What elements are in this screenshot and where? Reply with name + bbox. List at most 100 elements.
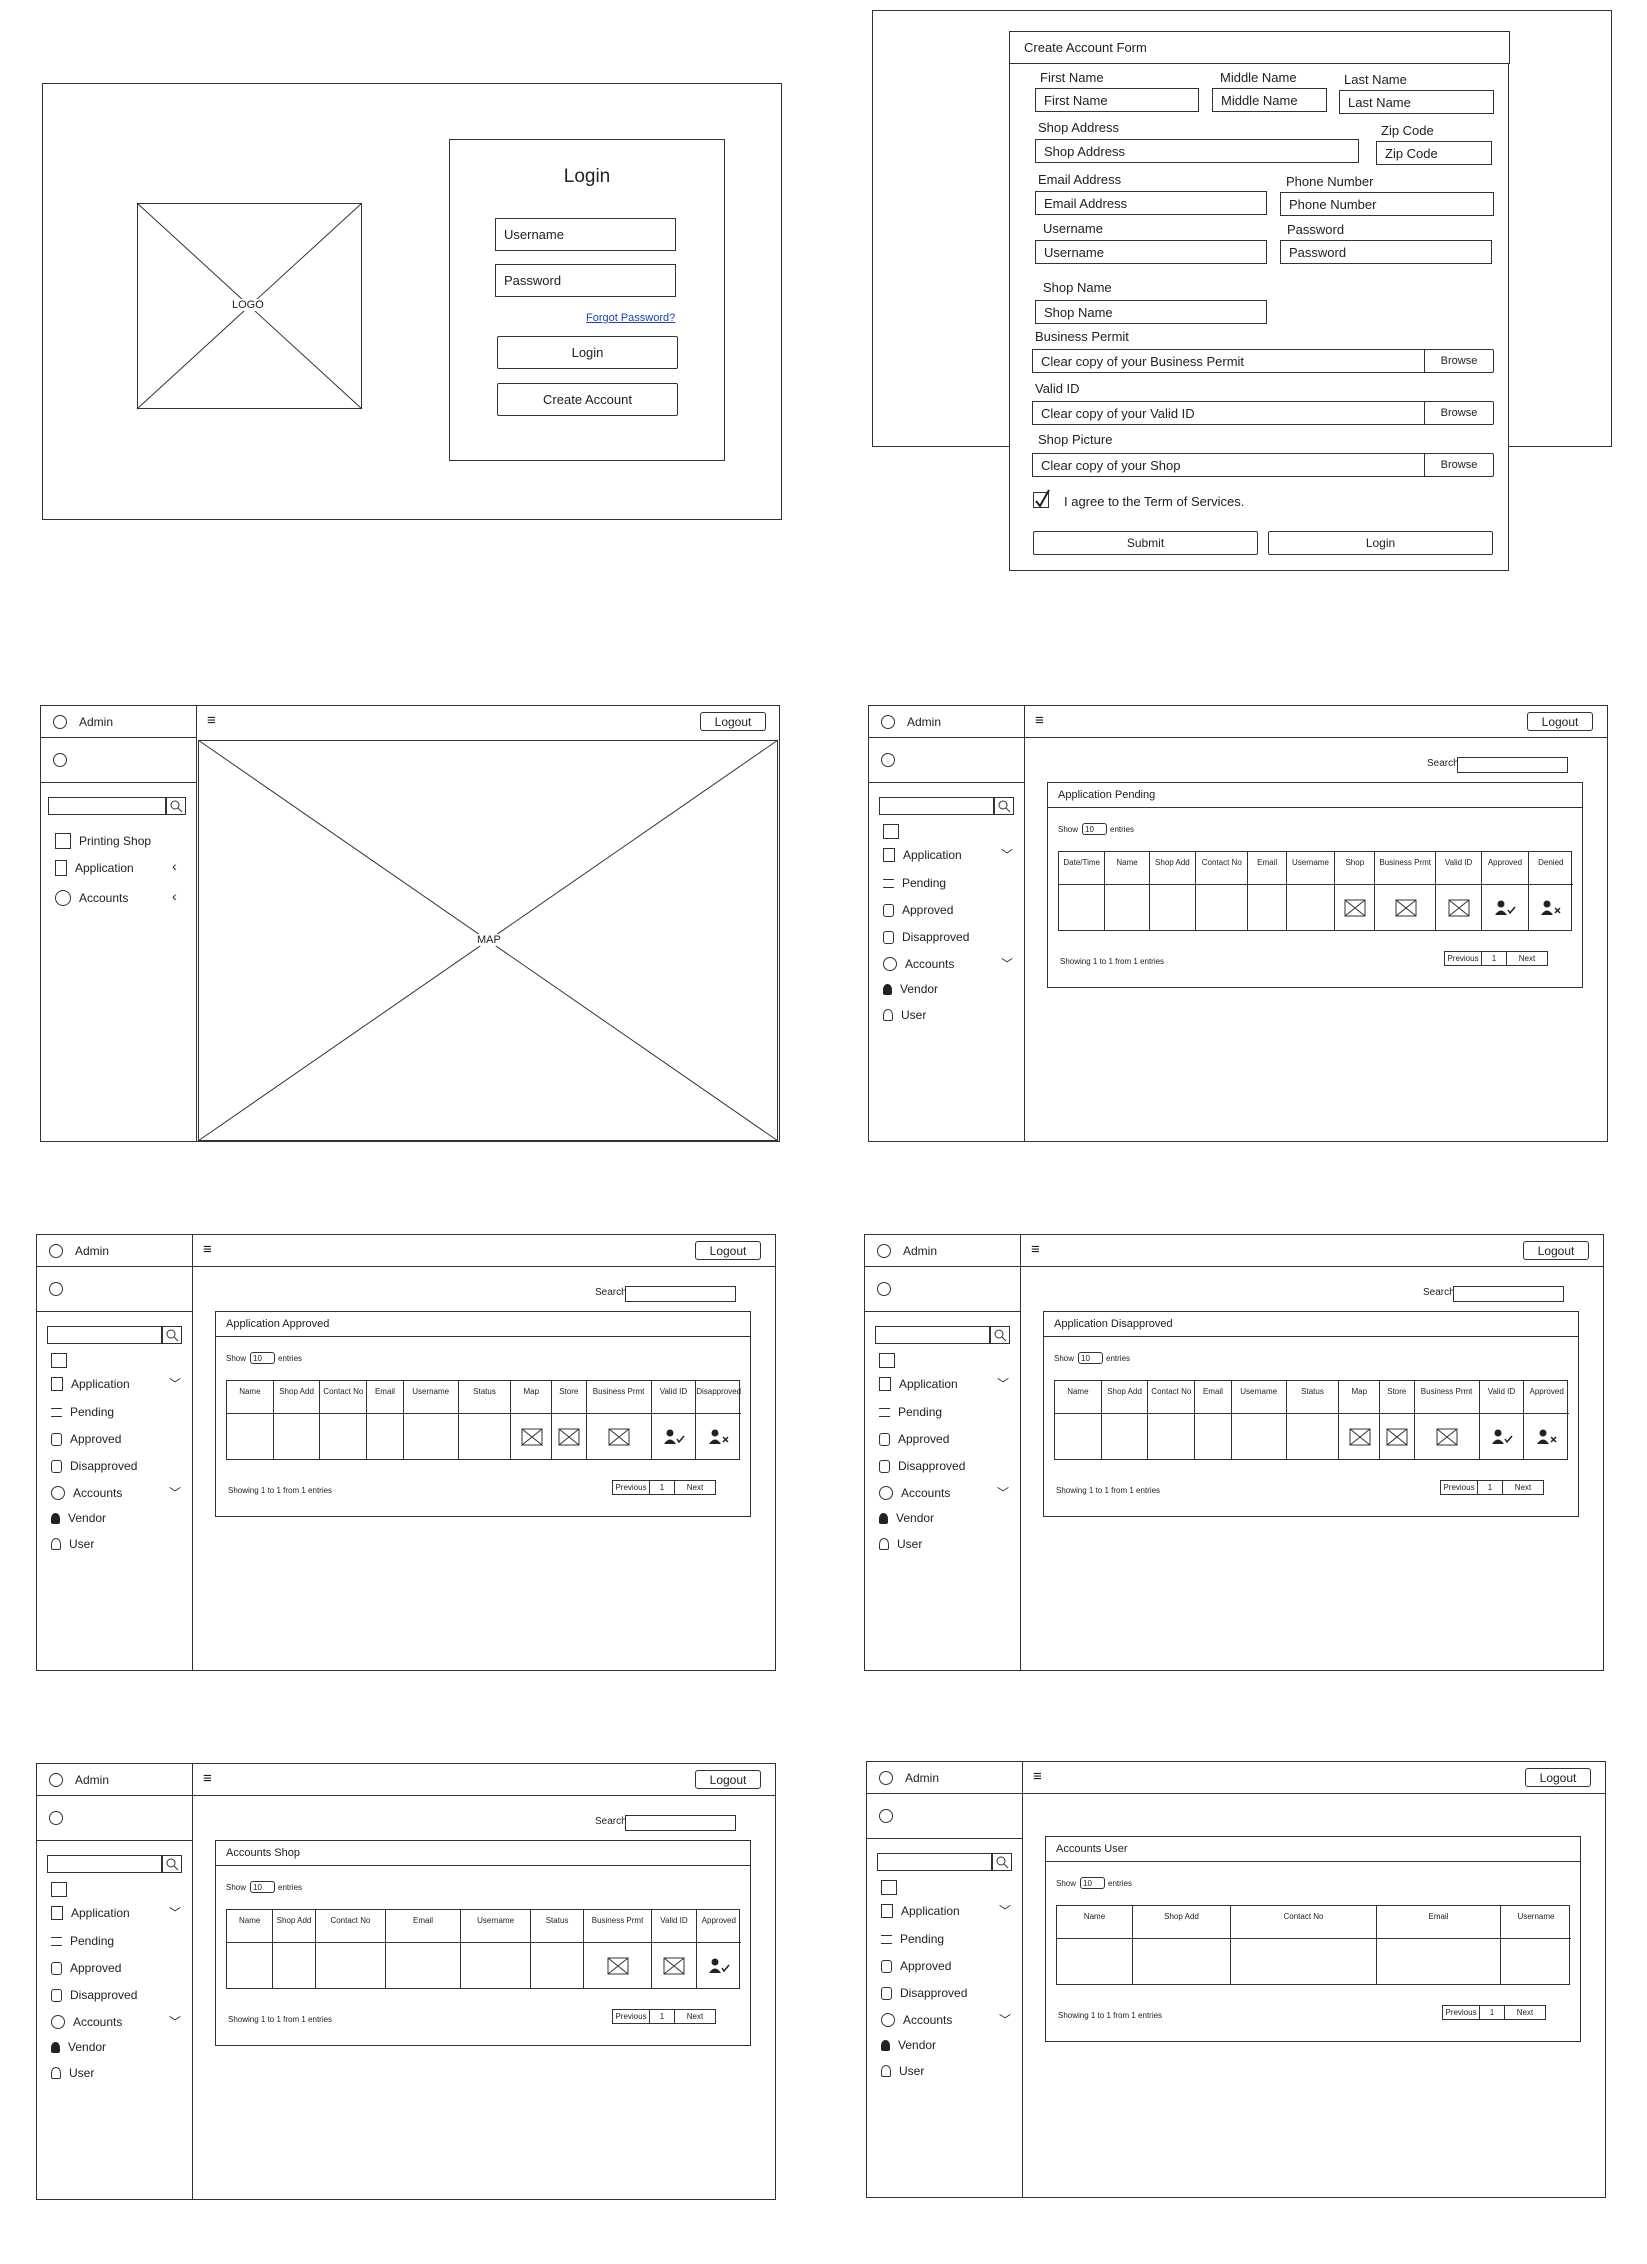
search-input[interactable] (625, 1286, 736, 1302)
sidebar-search-button[interactable] (166, 797, 186, 815)
sidebar-item-application[interactable]: Application (883, 848, 962, 862)
zip-input[interactable]: Zip Code (1376, 141, 1492, 165)
logout-button[interactable]: Logout (695, 1770, 761, 1789)
sidebar-item-application[interactable]: Application (55, 860, 134, 876)
logout-button[interactable]: Logout (1523, 1241, 1589, 1260)
sidebar-search-button[interactable] (992, 1853, 1012, 1871)
user-remove-icon[interactable] (708, 1429, 730, 1445)
next-button[interactable]: Next (1502, 1480, 1544, 1495)
permit-browse-button[interactable]: Browse (1424, 349, 1494, 373)
page-1-button[interactable]: 1 (1481, 951, 1507, 966)
entries-select[interactable]: 10 (250, 1881, 275, 1893)
chevron-down-icon[interactable]: ﹀ (169, 1484, 181, 1501)
sidebar-search-button[interactable] (994, 797, 1014, 815)
sidebar-item-application[interactable]: Application (879, 1377, 958, 1391)
sidebar-item-accounts[interactable]: Accounts (883, 957, 954, 971)
user-check-icon[interactable] (708, 1958, 730, 1974)
sidebar-item-pending[interactable]: Pending (51, 1934, 114, 1948)
previous-button[interactable]: Previous (1444, 951, 1482, 966)
phone-input[interactable]: Phone Number (1280, 192, 1494, 216)
menu-icon[interactable]: ≡ (203, 1770, 212, 1787)
search-input[interactable] (625, 1815, 736, 1831)
entries-select[interactable]: 10 (1080, 1877, 1105, 1889)
image-icon[interactable] (1349, 1428, 1371, 1446)
image-icon[interactable] (1395, 899, 1417, 917)
sidebar-item-user[interactable]: User (883, 1008, 926, 1022)
sidebar-item-approved[interactable]: Approved (51, 1961, 121, 1975)
image-icon[interactable] (663, 1957, 685, 1975)
sidebar-item-vendor[interactable]: Vendor (879, 1511, 934, 1525)
sidebar-item-accounts[interactable]: Accounts (55, 890, 128, 906)
sidebar-item-pending[interactable]: Pending (881, 1932, 944, 1946)
logout-button[interactable]: Logout (1527, 712, 1593, 731)
menu-icon[interactable]: ≡ (1035, 712, 1044, 729)
sidebar-item-application[interactable]: Application (881, 1904, 960, 1918)
sidebar-search-button[interactable] (990, 1326, 1010, 1344)
search-input[interactable] (1453, 1286, 1564, 1302)
previous-button[interactable]: Previous (612, 2009, 650, 2024)
page-1-button[interactable]: 1 (1479, 2005, 1505, 2020)
sidebar-search-input[interactable] (47, 1855, 162, 1873)
previous-button[interactable]: Previous (1440, 1480, 1478, 1495)
sidebar-item-approved[interactable]: Approved (879, 1432, 949, 1446)
next-button[interactable]: Next (674, 1480, 716, 1495)
sidebar-item-disapproved[interactable]: Disapproved (51, 1988, 137, 2002)
sidebar-search-input[interactable] (875, 1326, 990, 1344)
image-icon[interactable] (1436, 1428, 1458, 1446)
sidebar-search-input[interactable] (47, 1326, 162, 1344)
store-icon[interactable] (879, 1353, 895, 1368)
password-input-form[interactable]: Password (1280, 240, 1492, 264)
username-input-form[interactable]: Username (1035, 240, 1267, 264)
image-icon[interactable] (558, 1428, 580, 1446)
menu-icon[interactable]: ≡ (1031, 1241, 1040, 1258)
sidebar-item-printing-shop[interactable]: Printing Shop (55, 833, 151, 849)
sidebar-search-button[interactable] (162, 1855, 182, 1873)
image-icon[interactable] (607, 1957, 629, 1975)
chevron-down-icon[interactable]: ﹀ (997, 1375, 1009, 1392)
page-1-button[interactable]: 1 (1477, 1480, 1503, 1495)
next-button[interactable]: Next (1504, 2005, 1546, 2020)
sidebar-item-accounts[interactable]: Accounts (51, 1486, 122, 1500)
user-remove-icon[interactable] (1540, 900, 1562, 916)
middle-name-input[interactable]: Middle Name (1212, 88, 1327, 112)
sidebar-search-input[interactable] (48, 797, 166, 815)
chevron-down-icon[interactable]: ﹀ (169, 1375, 181, 1392)
sidebar-item-user[interactable]: User (881, 2064, 924, 2078)
email-input[interactable]: Email Address (1035, 191, 1267, 215)
chevron-down-icon[interactable]: ﹀ (999, 1902, 1011, 1919)
sidebar-item-pending[interactable]: Pending (879, 1405, 942, 1419)
shop-picture-browse-button[interactable]: Browse (1424, 453, 1494, 477)
sidebar-item-vendor[interactable]: Vendor (881, 2038, 936, 2052)
sidebar-item-disapproved[interactable]: Disapproved (881, 1986, 967, 2000)
store-icon[interactable] (881, 1880, 897, 1895)
sidebar-item-vendor[interactable]: Vendor (883, 982, 938, 996)
entries-select[interactable]: 10 (1082, 823, 1107, 835)
shop-name-input[interactable]: Shop Name (1035, 300, 1267, 324)
login-button[interactable]: Login (497, 336, 678, 369)
create-account-button[interactable]: Create Account (497, 383, 678, 416)
sidebar-search-input[interactable] (877, 1853, 992, 1871)
previous-button[interactable]: Previous (612, 1480, 650, 1495)
sidebar-item-vendor[interactable]: Vendor (51, 2040, 106, 2054)
user-remove-icon[interactable] (1536, 1429, 1558, 1445)
shop-picture-file-input[interactable]: Clear copy of your Shop (1032, 453, 1426, 477)
sidebar-item-approved[interactable]: Approved (51, 1432, 121, 1446)
next-button[interactable]: Next (1506, 951, 1548, 966)
map-area[interactable]: MAP (197, 739, 779, 1142)
user-check-icon[interactable] (1491, 1429, 1513, 1445)
sidebar-item-accounts[interactable]: Accounts (51, 2015, 122, 2029)
sidebar-search-button[interactable] (162, 1326, 182, 1344)
sidebar-item-application[interactable]: Application (51, 1906, 130, 1920)
chevron-down-icon[interactable]: ﹀ (169, 2013, 181, 2030)
chevron-down-icon[interactable]: ﹀ (997, 1484, 1009, 1501)
image-icon[interactable] (1386, 1428, 1408, 1446)
previous-button[interactable]: Previous (1442, 2005, 1480, 2020)
sidebar-item-pending[interactable]: Pending (883, 876, 946, 890)
sidebar-search-input[interactable] (879, 797, 994, 815)
next-button[interactable]: Next (674, 2009, 716, 2024)
sidebar-item-user[interactable]: User (51, 1537, 94, 1551)
password-input[interactable]: Password (495, 264, 676, 297)
sidebar-item-disapproved[interactable]: Disapproved (883, 930, 969, 944)
submit-button[interactable]: Submit (1033, 531, 1258, 555)
sidebar-item-accounts[interactable]: Accounts (881, 2013, 952, 2027)
